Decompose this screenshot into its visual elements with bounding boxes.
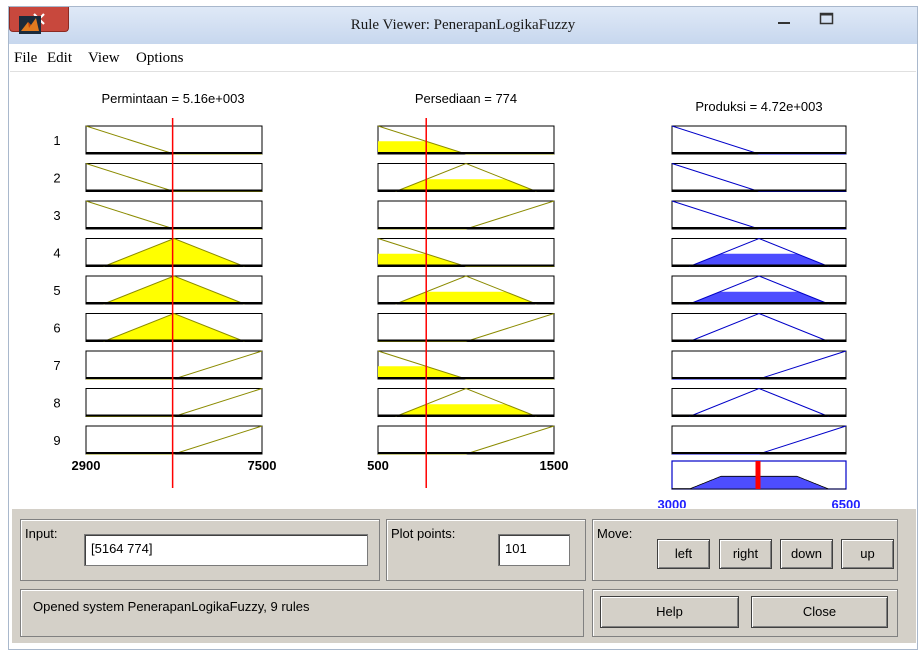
permintaan-header: Permintaan = 5.16e+003 [101,91,244,106]
mf-axes-box [85,163,263,192]
mf-axes-box [85,200,263,230]
move-label: Move: [597,526,633,541]
move-left-button[interactable]: left [657,539,710,569]
help-close-group: Help Close [592,589,898,637]
plot-points-group: Plot points: 101 [386,519,586,581]
persediaan-header: Persediaan = 774 [415,91,517,106]
rule-number: 9 [53,433,60,448]
rule-number: 2 [53,171,60,186]
rule-number: 1 [53,133,60,148]
rule-number: 4 [53,246,60,261]
output-axes-box [671,163,847,192]
rule-plot-area: 1 2 3 4 5 6 7 8 9 Permintaan = 5.16e+003 Persediaa… [53,91,860,510]
produksi-header: Produksi = 4.72e+003 [695,99,822,114]
move-right-button[interactable]: right [719,539,772,569]
move-down-button[interactable]: down [780,539,833,569]
status-group: Opened system PenerapanLogikaFuzzy, 9 ru… [20,589,584,637]
output-axes-box [671,425,847,455]
rule-number: 6 [53,321,60,336]
persediaan-max-label: 1500 [540,458,569,473]
output-axes-box [671,350,847,380]
plot-points-label: Plot points: [391,526,456,541]
mf-axes-box [377,313,555,342]
help-button[interactable]: Help [600,596,739,628]
mf-axes-box [85,350,263,380]
rule-number: 5 [53,283,60,298]
rule-number: 8 [53,396,60,411]
mf-axes-box [85,425,263,455]
rule-number: 3 [53,208,60,223]
permintaan-max-label: 7500 [248,458,277,473]
mf-axes-box [377,425,555,455]
input-group: Input: [5164 774] [20,519,380,581]
close-button[interactable]: Close [751,596,888,628]
input-vector-field[interactable]: [5164 774] [84,534,368,566]
control-panel: Input: [5164 774] Plot points: 101 Move:… [12,508,916,643]
plot-points-field[interactable]: 101 [498,534,570,566]
status-text: Opened system PenerapanLogikaFuzzy, 9 ru… [33,599,310,614]
mf-axes-box [85,125,263,155]
input-label: Input: [25,526,58,541]
rule-number: 7 [53,358,60,373]
output-axes-box [671,200,847,230]
move-up-button[interactable]: up [841,539,894,569]
rule-grid: 1 2 3 4 5 6 7 8 9 Permintaan = 5.16e+003 Persediaa… [53,91,860,510]
output-axes-box [671,125,847,155]
persediaan-min-label: 500 [367,458,389,473]
mf-axes-box [85,388,263,417]
output-axes-box [671,388,847,417]
move-group: Move: left right down up [592,519,898,581]
permintaan-min-label: 2900 [72,458,101,473]
output-axes-box [671,313,847,342]
output-centroid-marker [755,461,761,489]
mf-axes-box [377,200,555,230]
